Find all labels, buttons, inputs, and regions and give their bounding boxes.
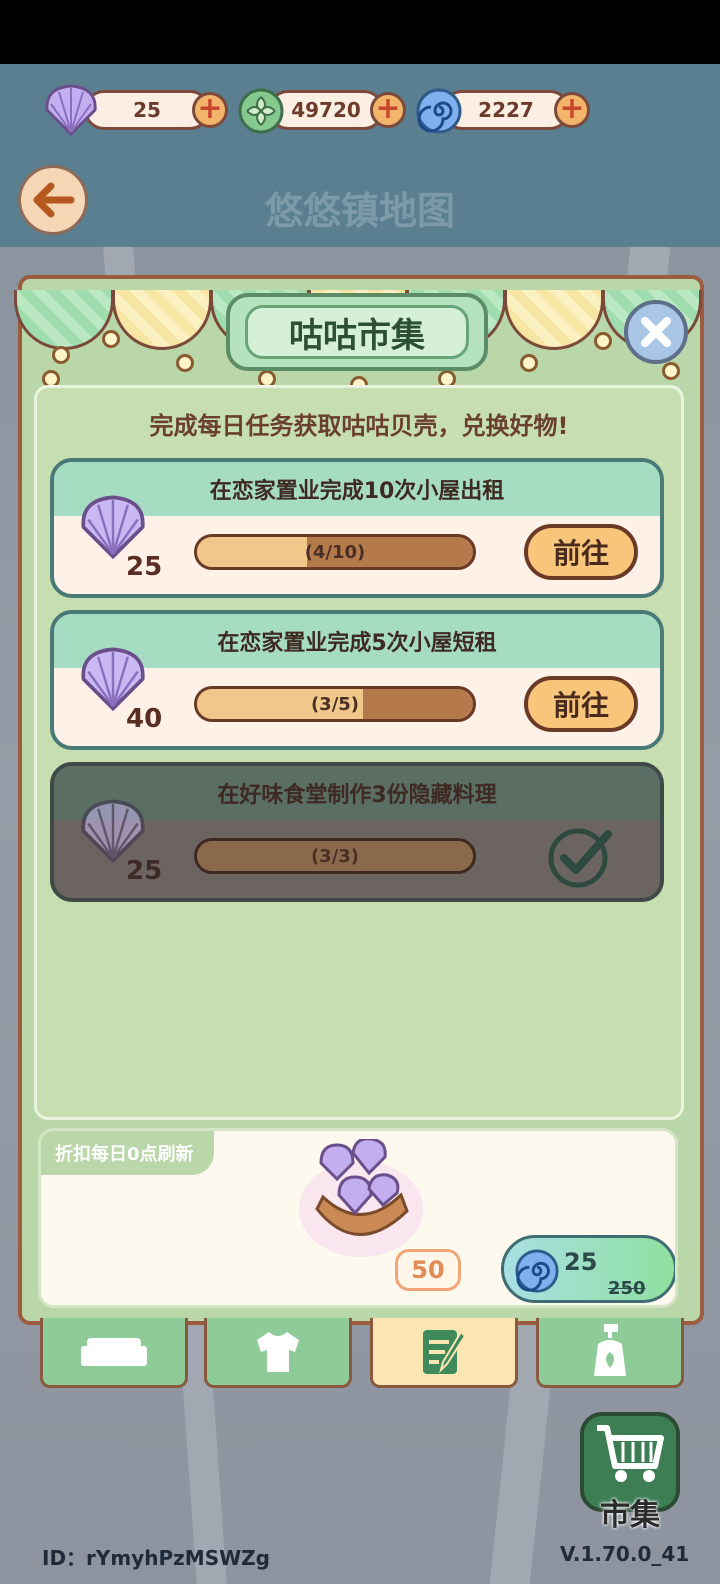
task-progress-text: (3/3) <box>310 845 360 867</box>
tab-clothing[interactable] <box>204 1318 352 1388</box>
market-title-plaque: 咕咕市集 <box>226 293 488 371</box>
version-label: V.1.70.0_41 <box>560 1542 690 1566</box>
shell-basket-icon <box>297 1137 427 1263</box>
cart-label: 市集 <box>600 1498 660 1533</box>
task-reward: 25 <box>126 856 163 886</box>
clover-icon <box>236 86 286 136</box>
task-reward: 40 <box>126 704 163 734</box>
discount-tag: 折扣每日0点刷新 <box>41 1131 214 1175</box>
tab-furniture[interactable] <box>40 1318 188 1388</box>
task-progress-bar: (3/3) <box>194 838 476 874</box>
bottle-icon <box>594 1323 626 1376</box>
go-button[interactable]: 前往 <box>524 676 638 732</box>
swirl-icon <box>414 86 464 136</box>
deal-old-price: 250 <box>608 1278 646 1299</box>
buy-button[interactable]: 25 250 <box>501 1235 675 1303</box>
page-title: 悠悠镇地图 <box>264 189 455 233</box>
task-progress-text: (4/10) <box>304 541 366 563</box>
shell-icon <box>40 82 102 138</box>
swirl-count: 2227 <box>478 98 534 122</box>
market-subtitle: 完成每日任务获取咕咕贝壳，兑换好物! <box>149 412 569 440</box>
close-icon <box>641 317 671 347</box>
checkmark-icon <box>546 824 616 892</box>
shell-count: 25 <box>133 98 161 122</box>
task-progress-bar: (3/5) <box>194 686 476 722</box>
daily-deal: 折扣每日0点刷新 50 25 250 <box>38 1128 678 1308</box>
add-swirls-button[interactable]: + <box>554 92 590 128</box>
deal-price: 25 <box>564 1248 598 1276</box>
task-card: 在恋家置业完成5次小屋短租 40 (3/5) 前往 <box>50 610 664 750</box>
close-button[interactable] <box>624 300 688 364</box>
task-progress-bar: (4/10) <box>194 534 476 570</box>
category-tabs <box>36 1318 690 1390</box>
market-title: 咕咕市集 <box>245 305 469 359</box>
shirt-icon <box>257 1331 299 1372</box>
task-reward: 25 <box>126 552 163 582</box>
task-progress-text: (3/5) <box>310 693 360 715</box>
tab-tasks[interactable] <box>370 1318 518 1388</box>
tab-items[interactable] <box>536 1318 684 1388</box>
leaf-count: 49720 <box>291 98 361 122</box>
sofa-icon <box>81 1337 147 1366</box>
add-shells-button[interactable]: + <box>192 92 228 128</box>
player-id: ID：rYmyhPzMSWZg <box>42 1546 270 1570</box>
add-leaves-button[interactable]: + <box>370 92 406 128</box>
shopping-cart-icon <box>597 1425 664 1482</box>
swirl-icon <box>515 1249 559 1293</box>
notepad-icon <box>423 1329 467 1374</box>
task-card-completed: 在好味食堂制作3份隐藏料理 25 (3/3) <box>50 762 664 902</box>
deal-quantity: 50 <box>395 1249 461 1291</box>
task-card: 在恋家置业完成10次小屋出租 25 (4/10) 前往 <box>50 458 664 598</box>
status-bar <box>0 0 720 64</box>
go-button[interactable]: 前往 <box>524 524 638 580</box>
